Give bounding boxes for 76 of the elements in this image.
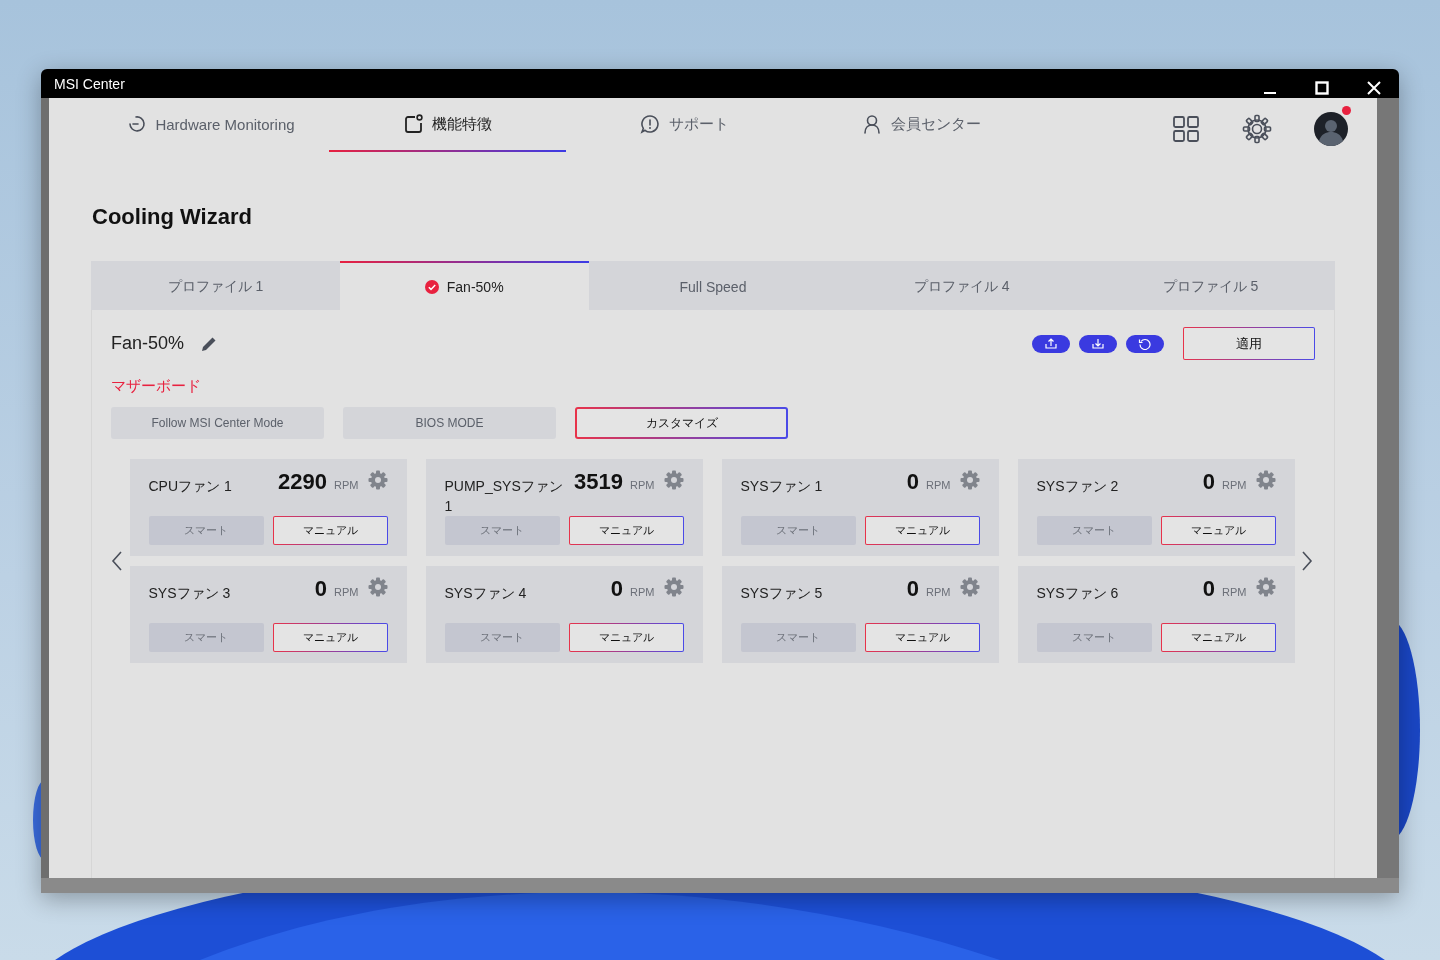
- person-icon: [862, 114, 882, 134]
- speed-unit: RPM: [334, 586, 359, 598]
- close-icon[interactable]: [1367, 80, 1381, 95]
- grid-icon[interactable]: [1172, 115, 1200, 143]
- reset-button[interactable]: [1126, 334, 1164, 353]
- speed-unit: RPM: [926, 586, 951, 598]
- nav-tab[interactable]: サポート: [566, 98, 803, 152]
- fan-mode-button[interactable]: スマート: [444, 516, 560, 545]
- fan-name: SYSファン 6: [1036, 584, 1120, 603]
- fan-name: CPUファン 1: [148, 477, 233, 496]
- fan-speed: 0: [906, 469, 920, 495]
- nav-tab[interactable]: 会員センター: [803, 98, 1040, 152]
- fan-speed: 2290: [278, 469, 328, 495]
- fan-name: SYSファン 1: [740, 477, 824, 496]
- fan-speed: 0: [610, 576, 624, 602]
- fan-speed: 0: [906, 576, 920, 602]
- fan-mode-button[interactable]: マニュアル: [568, 516, 684, 545]
- nav-tab[interactable]: 機能特徴: [329, 98, 566, 152]
- chevron-right-icon[interactable]: [1301, 550, 1313, 572]
- fan-mode-button[interactable]: マニュアル: [568, 623, 684, 652]
- fan-speed: 3519: [574, 469, 624, 495]
- fan-mode-button[interactable]: マニュアル: [272, 516, 388, 545]
- fan-speed: 0: [1202, 469, 1216, 495]
- speed-unit: RPM: [1222, 586, 1247, 598]
- fan-mode-button[interactable]: スマート: [1036, 516, 1152, 545]
- scroll-bar[interactable]: [1377, 98, 1399, 878]
- fan-mode-button[interactable]: スマート: [444, 623, 560, 652]
- avatar-icon[interactable]: [1314, 112, 1348, 146]
- scroll-bar[interactable]: [41, 878, 1399, 893]
- fan-mode-button[interactable]: マニュアル: [272, 623, 388, 652]
- fan-name: SYSファン 5: [740, 584, 824, 603]
- import-button[interactable]: [1079, 334, 1117, 353]
- fan-name: SYSファン 4: [444, 584, 528, 603]
- fan-name: SYSファン 3: [148, 584, 232, 603]
- fan-mode-button[interactable]: マニュアル: [864, 516, 980, 545]
- profile-tab[interactable]: プロファイル 4: [837, 261, 1087, 310]
- nav-tab[interactable]: Hardware Monitoring: [92, 98, 329, 152]
- fan-name: SYSファン 2: [1036, 477, 1120, 496]
- profile-tab[interactable]: プロファイル 1: [91, 261, 340, 310]
- fan-name: PUMP_SYSファン 1: [444, 477, 564, 516]
- fan-mode-button[interactable]: スマート: [148, 623, 264, 652]
- profile-name: Fan-50%: [111, 333, 185, 354]
- check-circle-icon: [424, 279, 439, 294]
- fan-mode-button[interactable]: マニュアル: [1160, 623, 1276, 652]
- fan-speed: 0: [1202, 576, 1216, 602]
- apply-button[interactable]: 適用: [1183, 327, 1315, 360]
- alert-bubble-icon: [640, 114, 660, 134]
- speed-unit: RPM: [334, 479, 359, 491]
- page-title: Cooling Wizard: [92, 204, 253, 230]
- refresh-icon: [1138, 337, 1152, 350]
- fan-mode-button[interactable]: スマート: [148, 516, 264, 545]
- speed-unit: RPM: [630, 586, 655, 598]
- fan-mode-button[interactable]: マニュアル: [864, 623, 980, 652]
- mode-button[interactable]: BIOS MODE: [343, 407, 556, 439]
- mode-button[interactable]: カスタマイズ: [575, 407, 788, 439]
- section-title: マザーボード: [111, 377, 202, 396]
- fan-mode-button[interactable]: スマート: [740, 516, 856, 545]
- fan-mode-button[interactable]: スマート: [1036, 623, 1152, 652]
- upload-icon: [1044, 337, 1058, 350]
- profile-tab[interactable]: プロファイル 5: [1086, 261, 1335, 310]
- settings-icon[interactable]: [1242, 114, 1272, 144]
- chevron-left-icon[interactable]: [111, 550, 123, 572]
- speed-unit: RPM: [630, 479, 655, 491]
- window-title: MSI Center: [54, 75, 125, 92]
- profile-tab[interactable]: Full Speed: [588, 261, 838, 310]
- speed-unit: RPM: [926, 479, 951, 491]
- note-icon: [403, 114, 423, 134]
- mode-button[interactable]: Follow MSI Center Mode: [111, 407, 324, 439]
- clock-icon: [126, 114, 147, 134]
- speed-unit: RPM: [1222, 479, 1247, 491]
- export-button[interactable]: [1032, 334, 1070, 353]
- download-icon: [1091, 337, 1105, 350]
- fan-mode-button[interactable]: マニュアル: [1160, 516, 1276, 545]
- fan-mode-button[interactable]: スマート: [740, 623, 856, 652]
- maximize-icon[interactable]: [1315, 80, 1329, 95]
- fan-speed: 0: [314, 576, 328, 602]
